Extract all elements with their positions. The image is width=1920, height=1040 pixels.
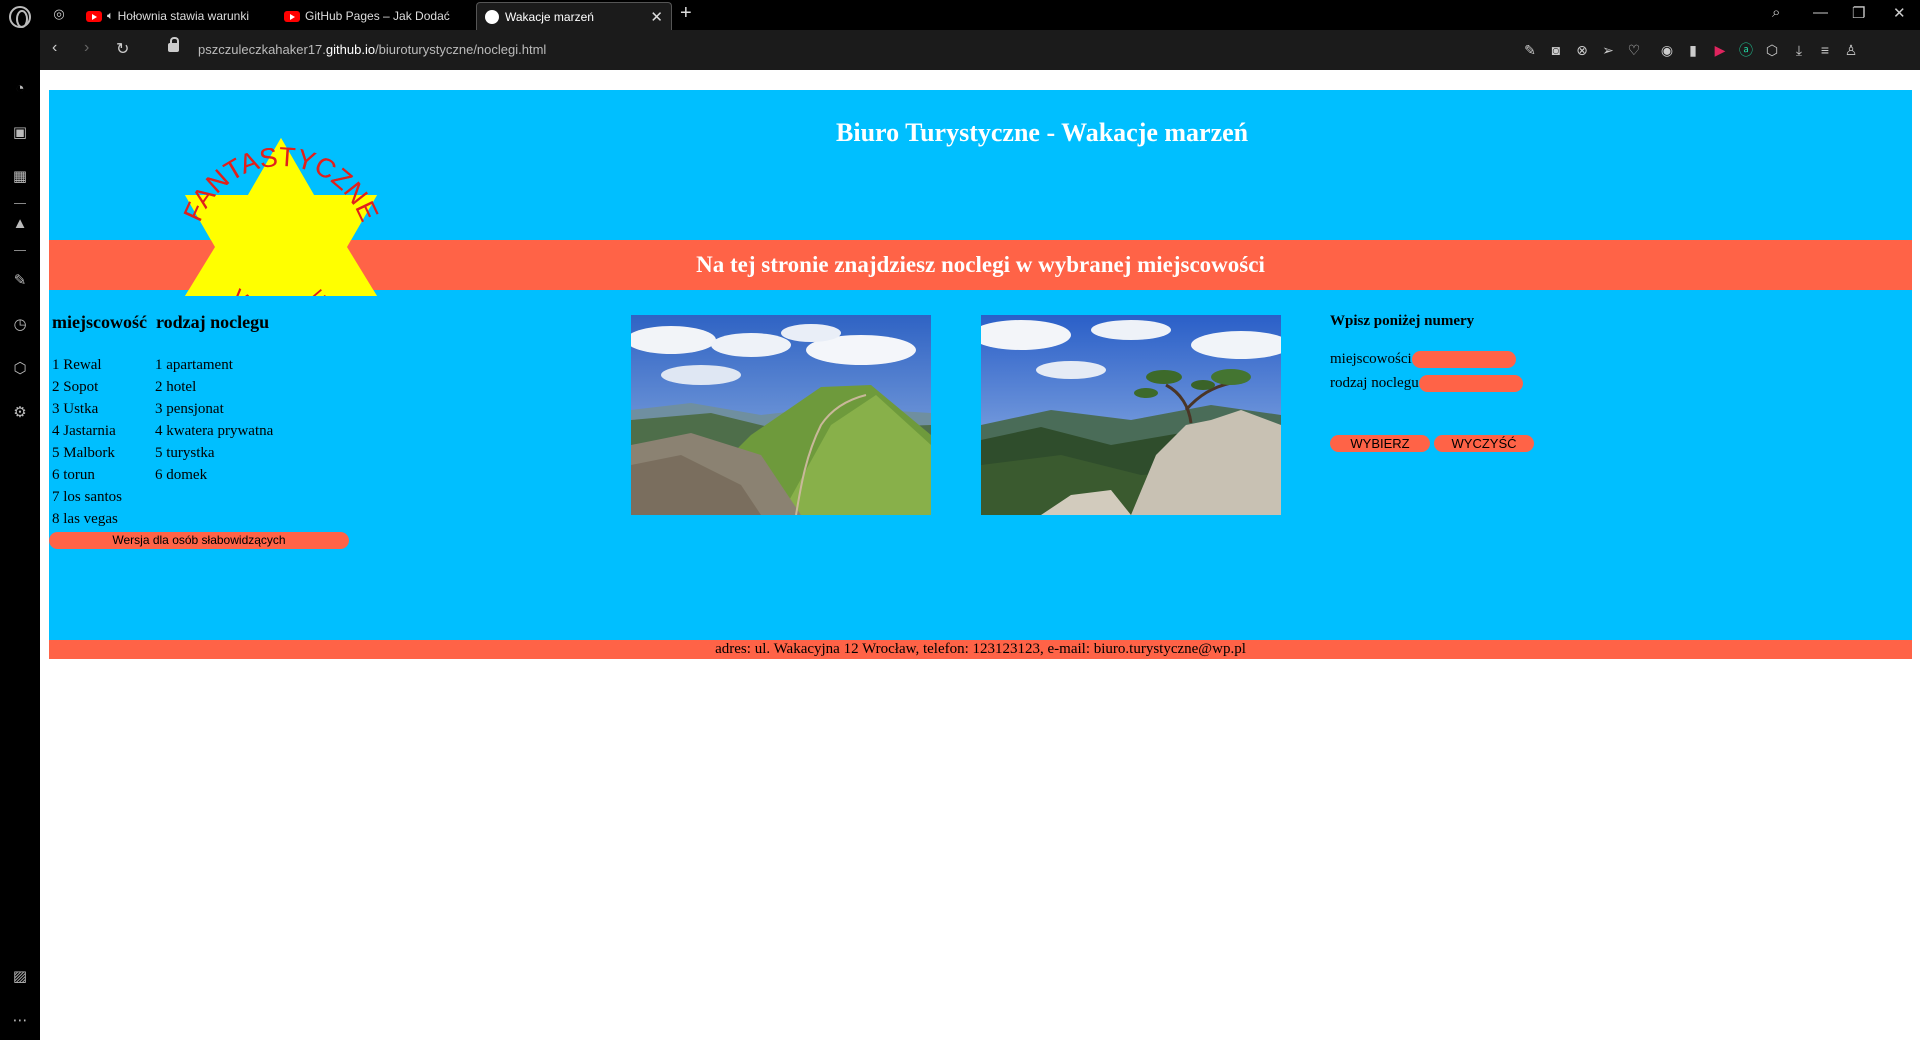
list-item: 7 los santos xyxy=(52,489,123,505)
pinboard-icon[interactable]: ✎ xyxy=(9,270,31,292)
banner: Na tej stronie znajdziesz noclegi w wybr… xyxy=(49,240,1912,290)
list-item: 3 pensjonat xyxy=(155,401,224,417)
cube-icon[interactable]: ⬡ xyxy=(1763,41,1781,59)
tab-label: Hołownia stawia warunki xyxy=(117,9,249,23)
places-list: 1 Rewal 2 Sopot 3 Ustka 4 Jastarnia 5 Ma… xyxy=(52,354,122,530)
more-icon[interactable]: ⋯ xyxy=(9,1010,31,1032)
type-row: rodzaj noclegu xyxy=(1330,375,1523,392)
send-icon[interactable]: ➢ xyxy=(1599,41,1617,59)
youtube-icon xyxy=(86,10,102,22)
site-container: Biuro Turystyczne - Wakacje marzeń FANTA… xyxy=(49,90,1912,658)
heart-icon[interactable]: ♡ xyxy=(1625,41,1643,59)
clear-button[interactable]: WYCZYŚĆ xyxy=(1434,435,1534,452)
list-item: 2 Sopot xyxy=(52,379,99,395)
list-item: 1 apartament xyxy=(155,357,233,373)
url-field[interactable]: pszczuleczkahaker17.github.io/biuroturys… xyxy=(198,42,546,57)
extension-chrome-icon[interactable]: ◉ xyxy=(1658,41,1676,59)
legend: miejscowość rodzaj noclegu 1 Rewal 2 Sop… xyxy=(52,312,273,527)
url-prefix: pszczuleczkahaker17. xyxy=(198,42,326,57)
sidebar-divider xyxy=(14,250,26,251)
list-item: 5 turystka xyxy=(155,445,215,461)
url-path: /biuroturystyczne/noclegi.html xyxy=(375,42,547,57)
gamepad-icon[interactable]: ◎ xyxy=(48,6,70,24)
gallery-icon[interactable]: ▨ xyxy=(9,966,31,988)
globe-icon xyxy=(485,9,499,24)
close-tab-icon[interactable]: ✕ xyxy=(640,8,663,26)
list-item: 5 Malbork xyxy=(52,445,115,461)
page-viewport: Biuro Turystyczne - Wakacje marzeń FANTA… xyxy=(40,70,1920,1040)
heading-place: miejscowość xyxy=(52,312,147,332)
place-row: miejscowości xyxy=(1330,351,1516,368)
list-item: 8 las vegas xyxy=(52,511,118,527)
type-label: rodzaj noclegu xyxy=(1330,375,1419,391)
history-icon[interactable]: ◷ xyxy=(9,314,31,336)
search-tabs-icon[interactable]: ⌕ xyxy=(1772,4,1780,21)
heading-type: rodzaj noclegu xyxy=(155,312,270,332)
form-title: Wpisz poniżej numery xyxy=(1330,313,1475,329)
extension-trash-icon[interactable]: ▮ xyxy=(1684,41,1702,59)
back-icon[interactable]: ‹ xyxy=(52,39,57,57)
place-label: miejscowości xyxy=(1330,351,1412,367)
pine-rock-image xyxy=(981,315,1281,515)
browser-logo-icon[interactable] xyxy=(9,6,31,28)
camera-icon[interactable]: ◙ xyxy=(1547,41,1565,59)
list-item: 4 Jastarnia xyxy=(52,423,116,439)
banner-text: Na tej stronie znajdziesz noclegi w wybr… xyxy=(696,252,1265,277)
download-icon[interactable]: ⤓ xyxy=(1790,41,1808,59)
site-title: Biuro Turystyczne - Wakacje marzeń xyxy=(836,118,1249,147)
speed-dial-icon[interactable]: ◔ xyxy=(9,78,31,100)
tab-wakacje-marzen[interactable]: Wakacje marzeń ✕ xyxy=(476,2,672,30)
accessibility-button[interactable]: Wersja dla osób słabowidzących xyxy=(49,532,349,549)
tab-label: Wakacje marzeń xyxy=(505,9,594,24)
type-input[interactable] xyxy=(1418,375,1523,392)
settings-icon[interactable]: ⚙ xyxy=(9,402,31,424)
types-list: 1 apartament 2 hotel 3 pensjonat 4 kwate… xyxy=(155,354,273,486)
tab-bar: ◎ 🔈︎ Hołownia stawia warunki GitHub Page… xyxy=(0,0,1920,30)
url-domain: github.io xyxy=(325,42,376,57)
restore-icon[interactable]: ❐ xyxy=(1852,4,1865,22)
mountain-ridge-photo xyxy=(631,315,931,515)
youtube-icon xyxy=(284,10,300,22)
list-item: 1 Rewal xyxy=(52,357,102,373)
tab-youtube-holownia[interactable]: 🔈︎ Hołownia stawia warunki xyxy=(78,2,254,30)
reload-icon[interactable]: ↻ xyxy=(116,39,129,59)
list-item: 3 Ustka xyxy=(52,401,99,417)
cube-icon[interactable]: ⬡ xyxy=(9,358,31,380)
choose-button[interactable]: WYBIERZ xyxy=(1330,435,1430,452)
tab-github-pages[interactable]: GitHub Pages – Jak Dodać xyxy=(276,2,452,30)
minimize-icon[interactable]: — xyxy=(1813,4,1828,21)
new-tab-button[interactable]: + xyxy=(680,2,692,25)
aria-icon[interactable]: ▲ xyxy=(9,213,31,235)
footer: adres: ul. Wakacyjna 12 Wrocław, telefon… xyxy=(49,640,1912,659)
lock-icon[interactable] xyxy=(168,37,179,52)
tab-label: GitHub Pages – Jak Dodać xyxy=(305,9,450,23)
browser-sidebar: ◔ ▣ ▦ ▲ ✎ ◷ ⬡ ⚙ ▨ ⋯ xyxy=(0,30,40,1040)
briefcase-icon[interactable]: ▣ xyxy=(9,122,31,144)
menu-icon[interactable]: ≡ xyxy=(1816,41,1834,59)
sidebar-divider xyxy=(14,203,26,204)
list-item: 6 torun xyxy=(52,467,95,483)
forward-icon[interactable]: › xyxy=(84,39,89,57)
close-window-icon[interactable]: ✕ xyxy=(1893,4,1906,22)
mountain-ridge-image xyxy=(631,315,931,515)
list-item: 6 domek xyxy=(155,467,208,483)
selection-form: Wpisz poniżej numery miejscowości rodzaj… xyxy=(1330,313,1534,452)
edit-icon[interactable]: ✎ xyxy=(1521,41,1539,59)
list-item: 4 kwatera prywatna xyxy=(155,423,274,439)
extension-a-icon[interactable]: ⓐ xyxy=(1737,41,1755,59)
block-icon[interactable]: ⊗ xyxy=(1573,41,1591,59)
legend-heading: miejscowość rodzaj noclegu xyxy=(52,312,269,333)
place-input[interactable] xyxy=(1411,351,1516,368)
extension-play-icon[interactable]: ▶ xyxy=(1711,41,1729,59)
speaker-icon[interactable]: 🔈︎ xyxy=(107,10,114,23)
chip-icon[interactable]: ▦ xyxy=(9,166,31,188)
profile-icon[interactable]: ♙ xyxy=(1842,41,1860,59)
pine-rock-photo xyxy=(981,315,1281,515)
address-bar: ‹ › ↻ pszczuleczkahaker17.github.io/biur… xyxy=(40,30,1920,70)
list-item: 2 hotel xyxy=(155,379,197,395)
